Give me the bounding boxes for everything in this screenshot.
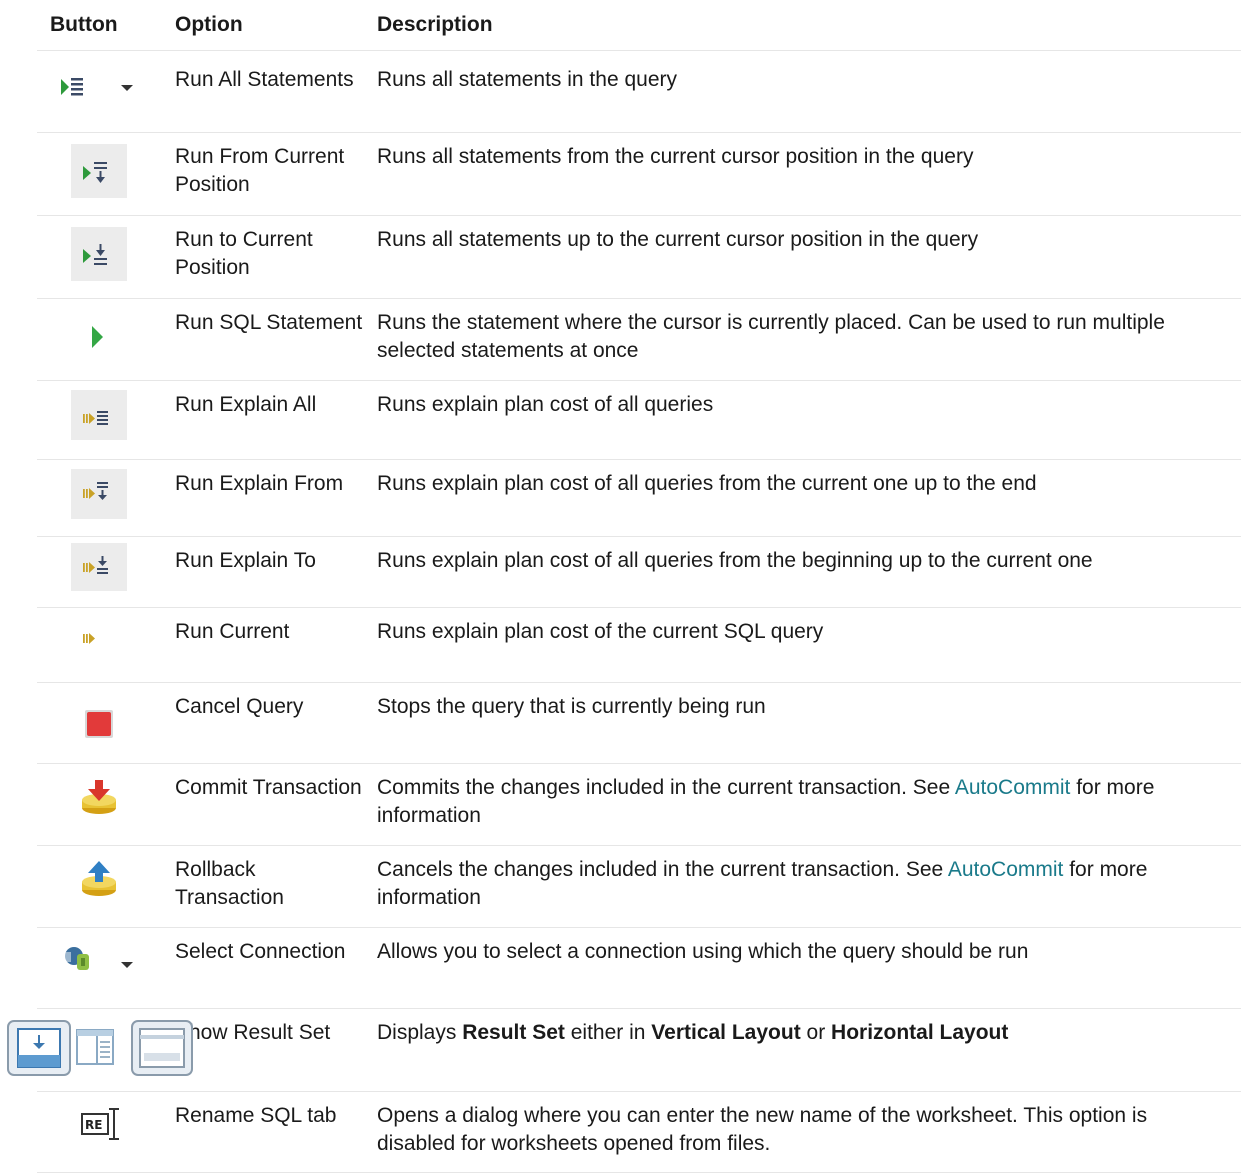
autocommit-link[interactable]: AutoCommit: [955, 776, 1071, 799]
option-label: Select Connection: [175, 940, 346, 963]
table-row: Rollback Transaction Cancels the changes…: [37, 846, 1241, 928]
option-label: Run Explain From: [175, 472, 344, 495]
run-all-icon: [61, 78, 133, 96]
run-from-current-icon: [83, 162, 107, 183]
table-row: Run to Current Position Runs all stateme…: [37, 216, 1241, 299]
run-to-current-button[interactable]: [37, 216, 165, 298]
select-connection-button[interactable]: [37, 928, 165, 1008]
table-row: Run Explain All Runs explain plan cost o…: [37, 381, 1241, 460]
commit-transaction-button[interactable]: [37, 764, 165, 845]
table-row: Run Explain From Runs explain plan cost …: [37, 460, 1241, 537]
cancel-query-icon: [85, 710, 113, 738]
table-row: Run Current Runs explain plan cost of th…: [37, 608, 1241, 683]
header-option: Option: [175, 13, 243, 36]
run-sql-icon: [92, 326, 103, 348]
description-text: Runs explain plan cost of all queries: [377, 393, 714, 416]
explain-from-icon: [83, 482, 108, 500]
run-all-button[interactable]: [37, 56, 165, 132]
option-label: Run Explain All: [175, 393, 317, 416]
run-to-current-icon: [83, 244, 107, 265]
horizontal-layout-icon[interactable]: [76, 1029, 116, 1069]
rollback-transaction-button[interactable]: [37, 846, 165, 927]
description-text: Runs all statements from the current cur…: [377, 145, 974, 168]
table-row: Show Result Set Displays Result Set eith…: [37, 1009, 1241, 1092]
option-label: Cancel Query: [175, 695, 304, 718]
table-row: Run From Current Position Runs all state…: [37, 133, 1241, 216]
table-row: Cancel Query Stops the query that is cur…: [37, 683, 1241, 764]
description-text: Commits the changes included in the curr…: [377, 776, 1155, 827]
description-text: Runs explain plan cost of all queries fr…: [377, 472, 1037, 495]
result-set-layout-icons: [6, 1019, 196, 1079]
option-label: Run SQL Statement: [175, 311, 363, 334]
run-sql-button[interactable]: [37, 299, 165, 380]
explain-all-icon: [83, 411, 108, 425]
rollback-icon: [82, 861, 116, 896]
option-label: Commit Transaction: [175, 776, 362, 799]
table-row: Run Explain To Runs explain plan cost of…: [37, 537, 1241, 608]
run-explain-to-button[interactable]: [37, 537, 165, 607]
option-label: Run All Statements: [175, 68, 354, 91]
description-text: Displays Result Set either in Vertical L…: [377, 1021, 1009, 1044]
description-text: Runs all statements up to the current cu…: [377, 228, 979, 251]
description-text: Opens a dialog where you can enter the n…: [377, 1104, 1148, 1155]
option-label: Run Explain To: [175, 549, 316, 572]
option-label: Rename SQL tab: [175, 1104, 337, 1127]
rename-tab-icon: RE: [81, 1108, 119, 1140]
description-text: Allows you to select a connection using …: [377, 940, 1029, 963]
description-text: Runs all statements in the query: [377, 68, 677, 91]
description-text: Runs explain plan cost of the current SQ…: [377, 620, 824, 643]
option-label: Run to Current Position: [175, 228, 313, 279]
option-label: Rollback Transaction: [175, 858, 284, 909]
table-row: Run All Statements Runs all statements i…: [37, 56, 1241, 133]
header-divider: [37, 50, 1241, 51]
run-from-current-button[interactable]: [37, 133, 165, 215]
table-row: Commit Transaction Commits the changes i…: [37, 764, 1241, 846]
run-explain-all-button[interactable]: [37, 381, 165, 459]
explain-to-icon: [83, 556, 108, 574]
svg-text:RE: RE: [85, 1118, 102, 1132]
run-explain-from-button[interactable]: [37, 460, 165, 536]
option-label: Show Result Set: [175, 1021, 331, 1044]
header-description: Description: [377, 13, 493, 36]
description-text: Runs the statement where the cursor is c…: [377, 311, 1165, 362]
run-current-button[interactable]: [37, 608, 165, 682]
result-panel-icon[interactable]: [130, 1019, 200, 1079]
run-current-explain-icon: [83, 633, 95, 644]
table-row: Select Connection Allows you to select a…: [37, 928, 1241, 1009]
commit-icon: [82, 780, 116, 814]
table-row: Run SQL Statement Runs the statement whe…: [37, 299, 1241, 381]
description-text: Stops the query that is currently being …: [377, 695, 766, 718]
autocommit-link[interactable]: AutoCommit: [948, 858, 1064, 881]
select-connection-icon: [65, 947, 133, 970]
option-label: Run Current: [175, 620, 290, 643]
description-text: Cancels the changes included in the curr…: [377, 858, 1148, 909]
table-row: RE Rename SQL tab Opens a dialog where y…: [37, 1092, 1241, 1173]
description-text: Runs explain plan cost of all queries fr…: [377, 549, 1093, 572]
cancel-query-button[interactable]: [37, 683, 165, 763]
option-label: Run From Current Position: [175, 145, 345, 196]
header-button: Button: [50, 13, 118, 36]
rename-sql-tab-button[interactable]: RE: [37, 1092, 165, 1172]
